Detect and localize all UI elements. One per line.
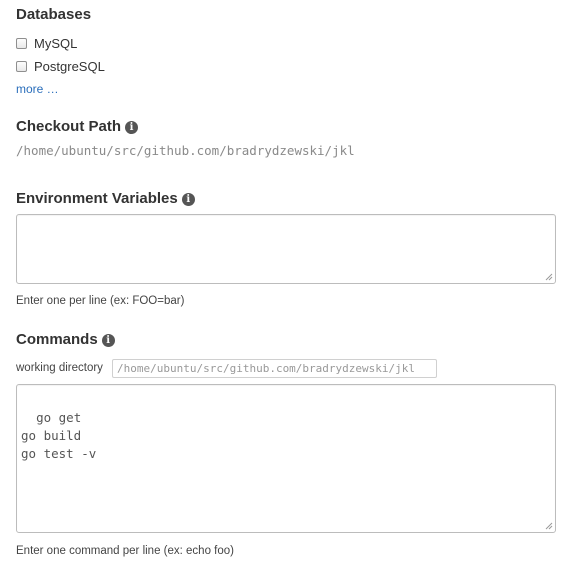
postgresql-option[interactable]: PostgreSQL (16, 57, 105, 75)
environment-variables-textarea[interactable] (16, 214, 556, 284)
environment-variables-heading: Environment Variables i (16, 190, 195, 208)
environment-variables-title: Environment Variables (16, 190, 178, 207)
postgresql-checkbox[interactable] (16, 60, 27, 72)
resize-grip-icon[interactable] (545, 522, 553, 530)
working-directory-value: /home/ubuntu/src/github.com/bradrydzewsk… (117, 362, 416, 375)
commands-heading: Commands i (16, 331, 115, 349)
commands-value: go get go build go test -v (21, 410, 97, 461)
checkout-path-title: Checkout Path (16, 118, 122, 135)
info-icon[interactable]: i (181, 193, 195, 206)
environment-variables-help: Enter one per line (ex: FOO=bar) (16, 295, 185, 307)
commands-textarea[interactable]: go get go build go test -v (16, 384, 556, 533)
mysql-option[interactable]: MySQL (16, 34, 77, 52)
more-databases-link[interactable]: more … (16, 82, 59, 96)
mysql-checkbox[interactable] (16, 37, 27, 49)
mysql-label[interactable]: MySQL (34, 36, 77, 51)
resize-grip-icon[interactable] (545, 273, 553, 281)
commands-title: Commands (16, 331, 98, 348)
working-directory-field: /home/ubuntu/src/github.com/bradrydzewsk… (112, 359, 437, 378)
info-icon[interactable]: i (125, 121, 139, 134)
working-directory-label: working directory (16, 362, 103, 374)
databases-title: Databases (16, 6, 92, 23)
checkout-path-heading: Checkout Path i (16, 118, 139, 136)
postgresql-label[interactable]: PostgreSQL (34, 59, 105, 74)
info-icon[interactable]: i (101, 334, 115, 347)
checkout-path-value: /home/ubuntu/src/github.com/bradrydzewsk… (16, 143, 355, 158)
databases-heading: Databases (16, 6, 91, 24)
commands-help: Enter one command per line (ex: echo foo… (16, 545, 234, 557)
